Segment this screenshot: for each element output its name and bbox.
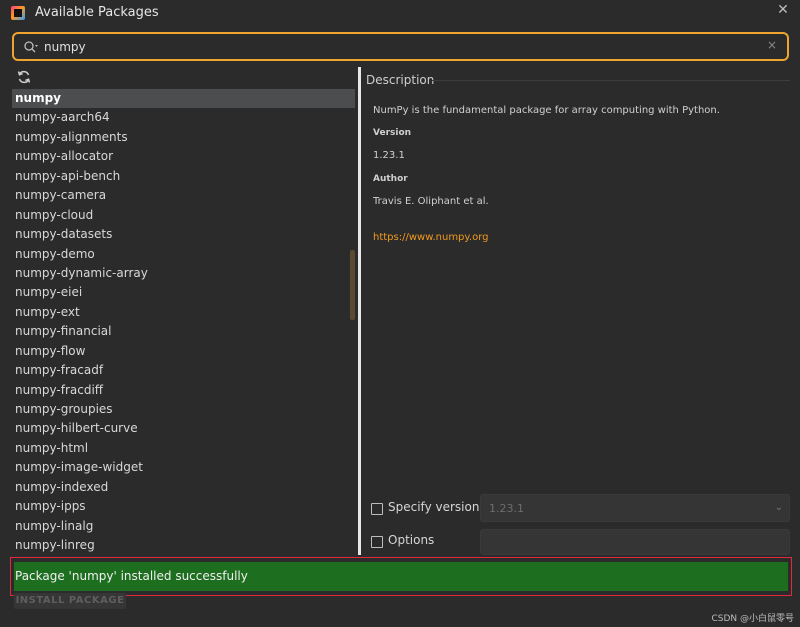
options-checkbox[interactable] [371, 536, 383, 548]
chevron-down-icon: ⌄ [774, 502, 783, 513]
package-summary: NumPy is the fundamental package for arr… [373, 105, 720, 116]
search-box[interactable]: × [12, 32, 789, 61]
specify-version-label: Specify version [388, 500, 480, 514]
package-list-item[interactable]: numpy-linreg [12, 536, 355, 555]
pycharm-app-icon [11, 6, 25, 20]
description-separator [432, 80, 790, 81]
install-package-button[interactable]: INSTALL PACKAGE [14, 593, 126, 609]
package-list-item[interactable]: numpy [12, 89, 355, 109]
watermark: CSDN @小白鼠零号 [711, 614, 794, 624]
package-list-item[interactable]: numpy-ipps [12, 497, 355, 516]
package-list-item[interactable]: numpy-groupies [12, 400, 355, 419]
description-panel: NumPy is the fundamental package for arr… [373, 105, 783, 243]
refresh-icon[interactable] [17, 70, 31, 84]
package-list-item[interactable]: numpy-cloud [12, 206, 355, 225]
search-icon [24, 41, 38, 53]
package-list-item[interactable]: numpy-dynamic-array [12, 264, 355, 283]
package-list-item[interactable]: numpy-alignments [12, 128, 355, 147]
package-list-item[interactable]: numpy-ext [12, 303, 355, 322]
version-select[interactable]: 1.23.1 ⌄ [480, 494, 790, 522]
package-list-item[interactable]: numpy-hilbert-curve [12, 419, 355, 438]
status-message: Package 'numpy' installed successfully [14, 562, 788, 591]
package-list-item[interactable]: numpy-fracadf [12, 361, 355, 380]
author-label: Author [373, 174, 408, 184]
package-list-item[interactable]: numpy-indexed [12, 478, 355, 497]
title-bar: Available Packages ✕ [0, 0, 800, 28]
homepage-link[interactable]: https://www.numpy.org [373, 232, 783, 243]
package-list-item[interactable]: numpy-demo [12, 245, 355, 264]
package-list-item[interactable]: numpy-eiei [12, 283, 355, 302]
package-list-item[interactable]: numpy-financial [12, 322, 355, 341]
specify-version-checkbox[interactable] [371, 503, 383, 515]
author-value: Travis E. Oliphant et al. [373, 196, 489, 207]
search-input[interactable] [44, 37, 744, 57]
package-list-item[interactable]: numpy-datasets [12, 225, 355, 244]
description-header: Description [366, 73, 435, 87]
package-list-item[interactable]: numpy-linalg [12, 517, 355, 536]
status-highlight: Package 'numpy' installed successfully [10, 557, 792, 596]
panel-divider[interactable] [358, 67, 361, 555]
package-list-item[interactable]: numpy-aarch64 [12, 108, 355, 127]
package-list: numpy numpy-aarch64 numpy-alignments numpy-… [12, 89, 355, 555]
options-label: Options [388, 533, 435, 547]
version-select-value: 1.23.1 [489, 502, 524, 515]
package-list-item[interactable]: numpy-image-widget [12, 458, 355, 477]
package-list-item[interactable]: numpy-html [12, 439, 355, 458]
package-list-item[interactable]: numpy-camera [12, 186, 355, 205]
version-label: Version [373, 128, 412, 138]
package-list-item[interactable]: numpy-fracdiff [12, 381, 355, 400]
package-list-item[interactable]: numpy-api-bench [12, 167, 355, 186]
list-scrollbar[interactable] [350, 250, 355, 320]
clear-search-icon[interactable]: × [767, 38, 777, 52]
window-title: Available Packages [35, 5, 159, 20]
version-value: 1.23.1 [373, 150, 405, 161]
close-icon[interactable]: ✕ [776, 3, 790, 17]
package-list-item[interactable]: numpy-flow [12, 342, 355, 361]
options-input[interactable] [480, 529, 790, 555]
package-list-item[interactable]: numpy-allocator [12, 147, 355, 166]
